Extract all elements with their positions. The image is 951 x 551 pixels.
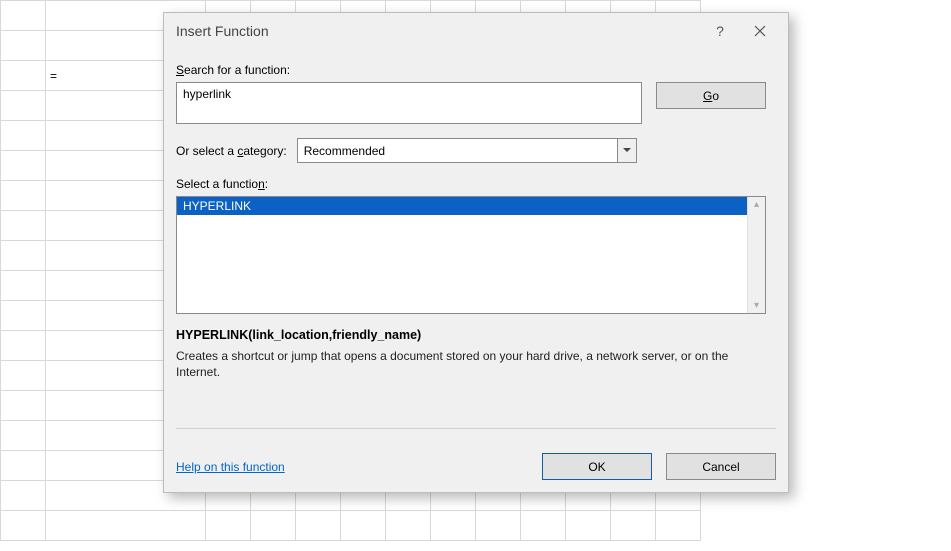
close-icon [754, 25, 766, 37]
function-signature: HYPERLINK(link_location,friendly_name) [176, 328, 776, 342]
function-listbox[interactable]: HYPERLINK ▴ ▾ [176, 196, 766, 314]
category-label: Or select a category: [176, 144, 287, 158]
help-button[interactable]: ? [700, 15, 740, 47]
dialog-titlebar: Insert Function ? [164, 13, 788, 49]
search-label: Search for a function: [176, 63, 776, 77]
close-button[interactable] [740, 15, 780, 47]
list-item[interactable]: HYPERLINK [177, 197, 747, 215]
divider [176, 428, 776, 429]
select-function-label: Select a function: [176, 177, 776, 191]
search-input[interactable] [176, 82, 642, 124]
category-select[interactable]: Recommended [297, 138, 637, 163]
scroll-up-icon: ▴ [752, 197, 761, 212]
scrollbar[interactable]: ▴ ▾ [747, 197, 765, 313]
cancel-button[interactable]: Cancel [666, 453, 776, 480]
go-button[interactable]: Go [656, 82, 766, 109]
help-icon: ? [716, 23, 724, 39]
chevron-down-icon [623, 148, 631, 153]
scroll-down-icon: ▾ [752, 298, 761, 313]
function-description: Creates a shortcut or jump that opens a … [176, 348, 766, 380]
insert-function-dialog: Insert Function ? Search for a function:… [163, 12, 789, 493]
dialog-title: Insert Function [176, 23, 700, 39]
ok-button[interactable]: OK [542, 453, 652, 480]
category-select-arrow[interactable] [617, 138, 637, 163]
help-link[interactable]: Help on this function [176, 460, 285, 474]
